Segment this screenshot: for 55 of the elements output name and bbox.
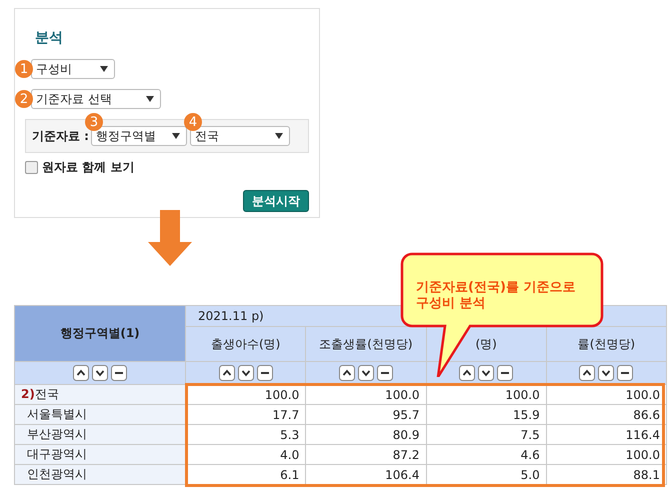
- dropdown[interactable]: 기준자료 선택: [31, 89, 161, 109]
- sort-descending-button[interactable]: [358, 365, 374, 381]
- caret-icon: [274, 133, 283, 139]
- sort-ascending-button[interactable]: [338, 365, 355, 381]
- table-cell: 6.1: [186, 464, 306, 484]
- column-header: 조출생률(천명당): [306, 326, 426, 362]
- sort-descending-button[interactable]: [238, 365, 254, 381]
- dropdown[interactable]: 행정구역별: [90, 126, 187, 146]
- row-label: 부산광역시: [14, 424, 186, 444]
- sort-ascending-button[interactable]: [73, 365, 89, 381]
- remove-button[interactable]: [256, 365, 273, 381]
- table-cell: 87.2: [306, 444, 426, 464]
- sort-descending-button[interactable]: [92, 365, 108, 381]
- start-analysis-button[interactable]: 분석시작: [243, 190, 309, 212]
- table-cell: 86.6: [546, 404, 666, 424]
- remove-button[interactable]: [617, 365, 634, 381]
- table-cell: 95.7: [306, 404, 426, 424]
- step-badge: 1: [15, 60, 33, 78]
- caret-icon: [100, 66, 108, 72]
- panel-title: 분석: [35, 29, 64, 47]
- table-cell: 100.0: [546, 444, 666, 464]
- checkbox-label: 원자료 함께 보기: [42, 159, 134, 176]
- table-cell: 15.9: [426, 404, 546, 424]
- dropdown[interactable]: 구성비: [31, 59, 115, 79]
- column-header: 출생아수(명): [186, 326, 306, 362]
- caret-icon: [146, 96, 154, 102]
- row-label: 대구광역시: [14, 444, 186, 464]
- sort-descending-button[interactable]: [598, 365, 614, 381]
- row-label: 인천광역시: [14, 464, 186, 484]
- sort-ascending-button[interactable]: [218, 365, 235, 381]
- step-badge: 2: [15, 90, 33, 108]
- table-cell: 88.1: [546, 464, 666, 484]
- step-badge: 4: [184, 113, 202, 131]
- sort-ascending-button[interactable]: [579, 365, 596, 381]
- table-cell: 17.7: [186, 404, 306, 424]
- table-cell: 7.5: [426, 424, 546, 444]
- caret-icon: [172, 133, 180, 139]
- remove-button[interactable]: [376, 365, 393, 381]
- table-cell: 4.0: [186, 444, 306, 464]
- table-cell: 4.6: [426, 444, 546, 464]
- remove-button[interactable]: [497, 365, 514, 381]
- step-badge: 3: [84, 113, 103, 131]
- dropdown[interactable]: 전국: [190, 126, 290, 146]
- remove-button[interactable]: [111, 365, 127, 381]
- sort-descending-button[interactable]: [478, 365, 494, 381]
- sort-ascending-button[interactable]: [459, 365, 476, 381]
- table-cell: 116.4: [546, 424, 666, 444]
- checkbox[interactable]: [25, 161, 38, 174]
- column-header: 률(천명당): [546, 326, 666, 362]
- row-label: 서울특별시: [14, 404, 186, 424]
- table-cell: 5.3: [186, 424, 306, 444]
- row-header: 행정구역별(1): [14, 306, 186, 362]
- table-cell: 80.9: [306, 424, 426, 444]
- row-label: 2)전국: [14, 384, 186, 404]
- down-arrow-icon: [148, 210, 192, 266]
